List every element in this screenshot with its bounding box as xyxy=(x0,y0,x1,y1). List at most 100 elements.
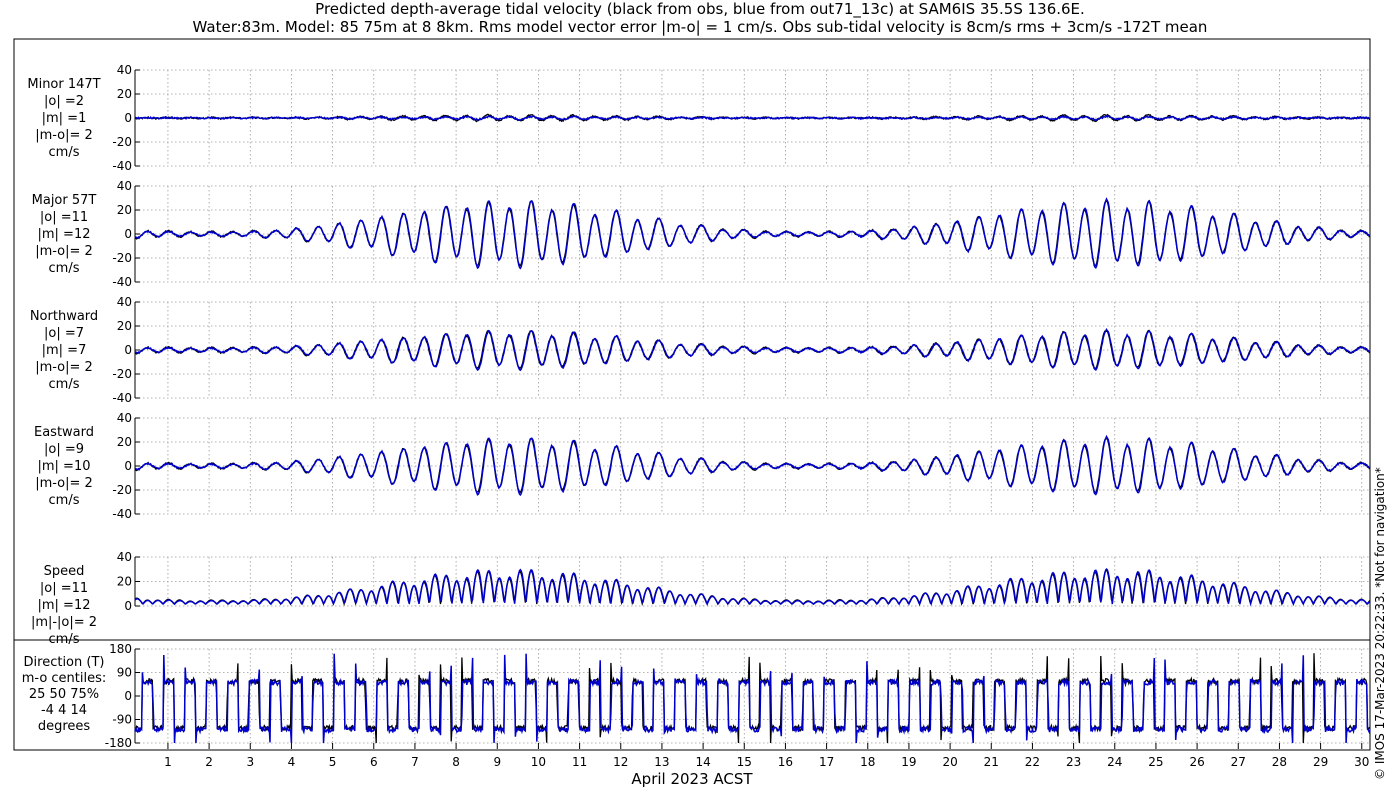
x-tick-label: 3 xyxy=(246,755,254,769)
panel-label-line: Major 57T xyxy=(32,193,97,208)
x-tick-label: 28 xyxy=(1272,755,1287,769)
panel-label-line: cm/s xyxy=(49,377,80,392)
y-tick-label: 20 xyxy=(117,575,132,589)
y-tick-label: 20 xyxy=(117,87,132,101)
y-tick-label: 0 xyxy=(124,343,132,357)
y-tick-label: 0 xyxy=(124,599,132,613)
y-tick-label: 90 xyxy=(117,666,132,680)
x-tick-label: 29 xyxy=(1313,755,1328,769)
panel-label-line: |o| =11 xyxy=(40,210,88,225)
series-out71_13c xyxy=(134,568,1371,607)
panel-speed: 0 20 40 Speed |o| =11 |m| =12 |m|-|o|= 2 cm/s xyxy=(31,550,1371,647)
x-tick-label: 27 xyxy=(1231,755,1246,769)
x-tick-label: 14 xyxy=(695,755,710,769)
x-tick-label: 24 xyxy=(1107,755,1122,769)
panel-label-line: |m-o|= 2 xyxy=(35,476,93,491)
y-tick-label: 20 xyxy=(117,319,132,333)
panel-label-line: -4 4 14 xyxy=(41,703,87,718)
x-tick-label: 17 xyxy=(819,755,834,769)
x-tick-label: 11 xyxy=(572,755,587,769)
y-tick-label: 40 xyxy=(117,179,132,193)
x-tick-label: 12 xyxy=(613,755,628,769)
y-tick-label: -40 xyxy=(112,391,132,405)
y-tick-label: -40 xyxy=(112,159,132,173)
y-tick-label: 20 xyxy=(117,203,132,217)
panel-label-line: cm/s xyxy=(49,632,80,647)
tidal-velocity-chart: -40-2002040Minor 147T|o| =2|m| =1|m-o|= … xyxy=(13,38,1371,788)
panel-label-line: cm/s xyxy=(49,493,80,508)
y-tick-label: -20 xyxy=(112,483,132,497)
y-tick-label: -180 xyxy=(105,736,132,750)
panel-label-line: |m|-|o|= 2 xyxy=(31,615,97,630)
x-tick-label: 26 xyxy=(1189,755,1204,769)
y-tick-label: 40 xyxy=(117,63,132,77)
upper-frame xyxy=(13,38,1371,641)
y-tick-label: 0 xyxy=(124,111,132,125)
panel-label-line: |m| =7 xyxy=(42,343,87,358)
x-tick-label: 13 xyxy=(654,755,669,769)
x-tick-label: 4 xyxy=(288,755,296,769)
x-tick-label: 15 xyxy=(737,755,752,769)
y-tick-label: -20 xyxy=(112,367,132,381)
panel-label-line: |o| =7 xyxy=(44,326,84,341)
panel-east: -40 -20 0 20 40 Eastward |o| =9 |m| =10 |m-o|= 2… xyxy=(34,411,1371,521)
y-tick-label: 0 xyxy=(124,689,132,703)
x-tick-label: 10 xyxy=(531,755,546,769)
panel-label-line: cm/s xyxy=(49,145,80,160)
panel-label-line: |m| =12 xyxy=(38,598,91,613)
x-tick-label: 16 xyxy=(778,755,793,769)
x-tick-label: 22 xyxy=(1025,755,1040,769)
panel-label-line: Direction (T) xyxy=(24,655,105,670)
y-tick-label: 180 xyxy=(109,642,132,656)
panel-label-line: |o| =9 xyxy=(44,442,84,457)
series-obs xyxy=(134,200,1371,267)
y-tick-label: 40 xyxy=(117,411,132,425)
panel-label-line: |m-o|= 2 xyxy=(35,360,93,375)
y-tick-label: -40 xyxy=(112,507,132,521)
x-tick-label: 19 xyxy=(901,755,916,769)
panel-label-line: |m| =10 xyxy=(38,459,91,474)
panel-label-line: |o| =11 xyxy=(40,581,88,596)
panel-major: -40 -20 0 20 40 Major 57T |o| =11 |m| =12 |m-o|=… xyxy=(32,179,1371,289)
y-tick-label: 40 xyxy=(117,295,132,309)
panel-label-line: |m-o|= 2 xyxy=(35,128,93,143)
x-tick-label: 5 xyxy=(329,755,337,769)
y-tick-label: 20 xyxy=(117,435,132,449)
panel-label-line: Speed xyxy=(44,564,85,579)
y-tick-label: 40 xyxy=(117,550,132,564)
series-out71_13c xyxy=(134,653,1371,744)
y-tick-label: 0 xyxy=(124,459,132,473)
x-tick-label: 8 xyxy=(452,755,460,769)
x-tick-label: 23 xyxy=(1066,755,1081,769)
x-tick-label: 1 xyxy=(164,755,172,769)
panel-label-line: |m-o|= 2 xyxy=(35,244,93,259)
x-tick-label: 6 xyxy=(370,755,378,769)
y-tick-label: -90 xyxy=(112,713,132,727)
x-tick-label: 7 xyxy=(411,755,419,769)
panel-label-line: cm/s xyxy=(49,261,80,276)
panel-label-line: |m| =12 xyxy=(38,227,91,242)
y-tick-label: -20 xyxy=(112,135,132,149)
x-tick-label: 9 xyxy=(493,755,501,769)
panel-label-line: Minor 147T xyxy=(27,77,100,92)
y-tick-label: -20 xyxy=(112,251,132,265)
panel-label-line: Northward xyxy=(30,309,98,324)
panel-label-line: |m| =1 xyxy=(42,111,87,126)
panel-label-line: 25 50 75% xyxy=(29,687,99,702)
panel-direction: -180 -90 0 90 180 Direction (T)m-o centiles:2… xyxy=(22,642,1371,750)
y-tick-label: -40 xyxy=(112,275,132,289)
panel-north: -40 -20 0 20 40 Northward |o| =7 |m| =7 |m-o|= 2… xyxy=(30,295,1371,405)
panel-label-line: Eastward xyxy=(34,425,94,440)
y-tick-label: 0 xyxy=(124,227,132,241)
x-tick-label: 25 xyxy=(1148,755,1163,769)
copyright-notice: © IMOS 17-Mar-2023 20:22:33. *Not for na… xyxy=(1373,467,1387,780)
x-tick-label: 18 xyxy=(860,755,875,769)
panel-label-line: |o| =2 xyxy=(44,94,84,109)
figure-frames xyxy=(13,38,1371,751)
x-tick-label: 2 xyxy=(205,755,213,769)
panel-label-line: m-o centiles: xyxy=(22,671,107,686)
x-tick-label: 21 xyxy=(984,755,999,769)
x-tick-label: 20 xyxy=(942,755,957,769)
chart-panels: -40 -20 0 20 40 Minor 147T |o| =2 |m| =1 |m-o|= … xyxy=(22,63,1371,750)
x-tick-label: 30 xyxy=(1354,755,1369,769)
